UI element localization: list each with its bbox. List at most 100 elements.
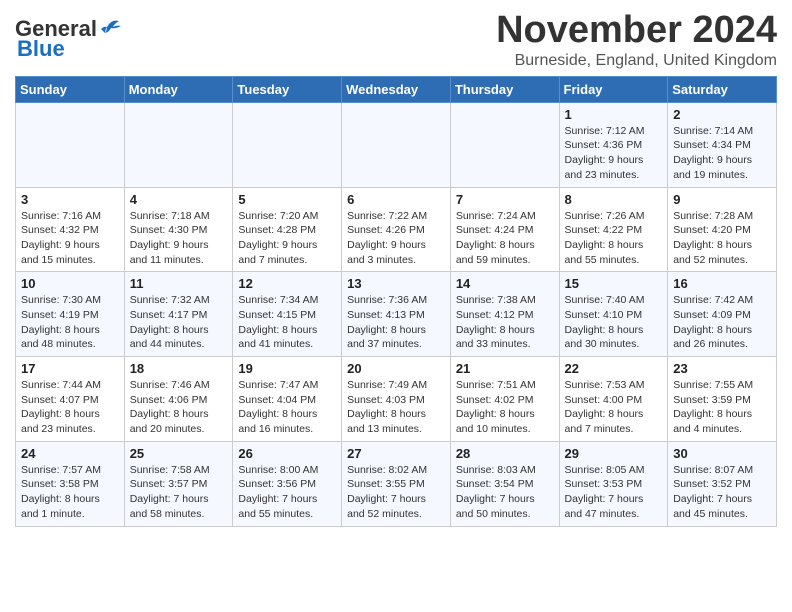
day-number: 26 xyxy=(238,446,336,461)
day-info: Sunrise: 7:30 AM Sunset: 4:19 PM Dayligh… xyxy=(21,293,119,352)
day-number: 1 xyxy=(565,107,663,122)
calendar-day-cell: 23 Sunrise: 7:55 AM Sunset: 3:59 PM Dayli… xyxy=(668,357,777,442)
day-info: Sunrise: 7:24 AM Sunset: 4:24 PM Dayligh… xyxy=(456,209,554,268)
day-number: 29 xyxy=(565,446,663,461)
calendar-day-cell xyxy=(450,102,559,187)
location-subtitle: Burneside, England, United Kingdom xyxy=(496,52,777,70)
logo: General Blue xyxy=(15,18,121,60)
day-number: 13 xyxy=(347,276,445,291)
title-block: November 2024 Burneside, England, United… xyxy=(496,10,777,70)
day-info: Sunrise: 7:58 AM Sunset: 3:57 PM Dayligh… xyxy=(130,463,228,522)
calendar-day-cell: 6 Sunrise: 7:22 AM Sunset: 4:26 PM Daylig… xyxy=(342,187,451,272)
calendar-week-row: 1Sunrise: 7:12 AM Sunset: 4:36 PM Daylig… xyxy=(16,102,777,187)
calendar-day-cell: 25 Sunrise: 7:58 AM Sunset: 3:57 PM Dayli… xyxy=(124,441,233,526)
day-info: Sunrise: 7:22 AM Sunset: 4:26 PM Dayligh… xyxy=(347,209,445,268)
day-info: Sunrise: 7:34 AM Sunset: 4:15 PM Dayligh… xyxy=(238,293,336,352)
day-number: 23 xyxy=(673,361,771,376)
day-info: Sunrise: 7:16 AM Sunset: 4:32 PM Dayligh… xyxy=(21,209,119,268)
calendar-day-cell: 12Sunrise: 7:34 AM Sunset: 4:15 PM Dayli… xyxy=(233,272,342,357)
day-of-week-header: Friday xyxy=(559,76,668,102)
day-info: Sunrise: 8:05 AM Sunset: 3:53 PM Dayligh… xyxy=(565,463,663,522)
day-number: 8 xyxy=(565,192,663,207)
logo-blue-text: Blue xyxy=(17,38,65,60)
page-header: General Blue November 2024 Burneside, En… xyxy=(15,10,777,70)
calendar-day-cell: 8 Sunrise: 7:26 AM Sunset: 4:22 PM Daylig… xyxy=(559,187,668,272)
day-number: 30 xyxy=(673,446,771,461)
calendar-day-cell: 22Sunrise: 7:53 AM Sunset: 4:00 PM Dayli… xyxy=(559,357,668,442)
day-number: 28 xyxy=(456,446,554,461)
day-info: Sunrise: 7:49 AM Sunset: 4:03 PM Dayligh… xyxy=(347,378,445,437)
calendar-day-cell: 2Sunrise: 7:14 AM Sunset: 4:34 PM Daylig… xyxy=(668,102,777,187)
calendar-week-row: 17Sunrise: 7:44 AM Sunset: 4:07 PM Dayli… xyxy=(16,357,777,442)
calendar-day-cell: 16 Sunrise: 7:42 AM Sunset: 4:09 PM Dayli… xyxy=(668,272,777,357)
calendar-day-cell: 28 Sunrise: 8:03 AM Sunset: 3:54 PM Dayli… xyxy=(450,441,559,526)
calendar-day-cell xyxy=(233,102,342,187)
calendar-day-cell: 11 Sunrise: 7:32 AM Sunset: 4:17 PM Dayli… xyxy=(124,272,233,357)
day-info: Sunrise: 7:32 AM Sunset: 4:17 PM Dayligh… xyxy=(130,293,228,352)
calendar-day-cell xyxy=(16,102,125,187)
day-info: Sunrise: 7:36 AM Sunset: 4:13 PM Dayligh… xyxy=(347,293,445,352)
calendar-day-cell: 13 Sunrise: 7:36 AM Sunset: 4:13 PM Dayli… xyxy=(342,272,451,357)
day-info: Sunrise: 7:46 AM Sunset: 4:06 PM Dayligh… xyxy=(130,378,228,437)
calendar-day-cell: 10 Sunrise: 7:30 AM Sunset: 4:19 PM Dayli… xyxy=(16,272,125,357)
calendar-day-cell: 30 Sunrise: 8:07 AM Sunset: 3:52 PM Dayli… xyxy=(668,441,777,526)
day-info: Sunrise: 7:47 AM Sunset: 4:04 PM Dayligh… xyxy=(238,378,336,437)
day-info: Sunrise: 8:03 AM Sunset: 3:54 PM Dayligh… xyxy=(456,463,554,522)
calendar-day-cell: 3Sunrise: 7:16 AM Sunset: 4:32 PM Daylig… xyxy=(16,187,125,272)
calendar-day-cell: 18 Sunrise: 7:46 AM Sunset: 4:06 PM Dayli… xyxy=(124,357,233,442)
day-of-week-header: Thursday xyxy=(450,76,559,102)
day-info: Sunrise: 7:42 AM Sunset: 4:09 PM Dayligh… xyxy=(673,293,771,352)
calendar-day-cell: 15 Sunrise: 7:40 AM Sunset: 4:10 PM Dayli… xyxy=(559,272,668,357)
day-of-week-header: Sunday xyxy=(16,76,125,102)
day-info: Sunrise: 8:07 AM Sunset: 3:52 PM Dayligh… xyxy=(673,463,771,522)
day-info: Sunrise: 7:28 AM Sunset: 4:20 PM Dayligh… xyxy=(673,209,771,268)
day-info: Sunrise: 7:26 AM Sunset: 4:22 PM Dayligh… xyxy=(565,209,663,268)
day-info: Sunrise: 7:55 AM Sunset: 3:59 PM Dayligh… xyxy=(673,378,771,437)
day-number: 11 xyxy=(130,276,228,291)
day-info: Sunrise: 8:00 AM Sunset: 3:56 PM Dayligh… xyxy=(238,463,336,522)
day-number: 15 xyxy=(565,276,663,291)
calendar-day-cell: 19 Sunrise: 7:47 AM Sunset: 4:04 PM Dayli… xyxy=(233,357,342,442)
calendar-day-cell: 4Sunrise: 7:18 AM Sunset: 4:30 PM Daylig… xyxy=(124,187,233,272)
day-number: 25 xyxy=(130,446,228,461)
day-number: 14 xyxy=(456,276,554,291)
day-number: 19 xyxy=(238,361,336,376)
day-info: Sunrise: 7:57 AM Sunset: 3:58 PM Dayligh… xyxy=(21,463,119,522)
calendar-day-cell: 1Sunrise: 7:12 AM Sunset: 4:36 PM Daylig… xyxy=(559,102,668,187)
calendar-day-cell xyxy=(124,102,233,187)
day-of-week-header: Tuesday xyxy=(233,76,342,102)
day-number: 10 xyxy=(21,276,119,291)
day-number: 20 xyxy=(347,361,445,376)
day-info: Sunrise: 7:51 AM Sunset: 4:02 PM Dayligh… xyxy=(456,378,554,437)
calendar-day-cell: 26 Sunrise: 8:00 AM Sunset: 3:56 PM Dayli… xyxy=(233,441,342,526)
calendar-table: SundayMondayTuesdayWednesdayThursdayFrid… xyxy=(15,76,777,527)
day-number: 24 xyxy=(21,446,119,461)
day-of-week-header: Saturday xyxy=(668,76,777,102)
day-number: 7 xyxy=(456,192,554,207)
calendar-day-cell xyxy=(342,102,451,187)
calendar-week-row: 10 Sunrise: 7:30 AM Sunset: 4:19 PM Dayli… xyxy=(16,272,777,357)
day-number: 2 xyxy=(673,107,771,122)
day-number: 22 xyxy=(565,361,663,376)
day-info: Sunrise: 7:18 AM Sunset: 4:30 PM Dayligh… xyxy=(130,209,228,268)
days-of-week-row: SundayMondayTuesdayWednesdayThursdayFrid… xyxy=(16,76,777,102)
day-number: 16 xyxy=(673,276,771,291)
calendar-day-cell: 14 Sunrise: 7:38 AM Sunset: 4:12 PM Dayli… xyxy=(450,272,559,357)
day-number: 6 xyxy=(347,192,445,207)
calendar-week-row: 3Sunrise: 7:16 AM Sunset: 4:32 PM Daylig… xyxy=(16,187,777,272)
logo-bird-icon xyxy=(99,19,121,35)
day-of-week-header: Wednesday xyxy=(342,76,451,102)
day-info: Sunrise: 7:44 AM Sunset: 4:07 PM Dayligh… xyxy=(21,378,119,437)
day-of-week-header: Monday xyxy=(124,76,233,102)
calendar-day-cell: 9 Sunrise: 7:28 AM Sunset: 4:20 PM Daylig… xyxy=(668,187,777,272)
day-number: 18 xyxy=(130,361,228,376)
calendar-day-cell: 5Sunrise: 7:20 AM Sunset: 4:28 PM Daylig… xyxy=(233,187,342,272)
calendar-week-row: 24 Sunrise: 7:57 AM Sunset: 3:58 PM Dayli… xyxy=(16,441,777,526)
day-number: 9 xyxy=(673,192,771,207)
day-info: Sunrise: 7:38 AM Sunset: 4:12 PM Dayligh… xyxy=(456,293,554,352)
day-info: Sunrise: 7:40 AM Sunset: 4:10 PM Dayligh… xyxy=(565,293,663,352)
calendar-day-cell: 7 Sunrise: 7:24 AM Sunset: 4:24 PM Daylig… xyxy=(450,187,559,272)
calendar-day-cell: 27Sunrise: 8:02 AM Sunset: 3:55 PM Dayli… xyxy=(342,441,451,526)
day-number: 5 xyxy=(238,192,336,207)
calendar-day-cell: 29 Sunrise: 8:05 AM Sunset: 3:53 PM Dayli… xyxy=(559,441,668,526)
